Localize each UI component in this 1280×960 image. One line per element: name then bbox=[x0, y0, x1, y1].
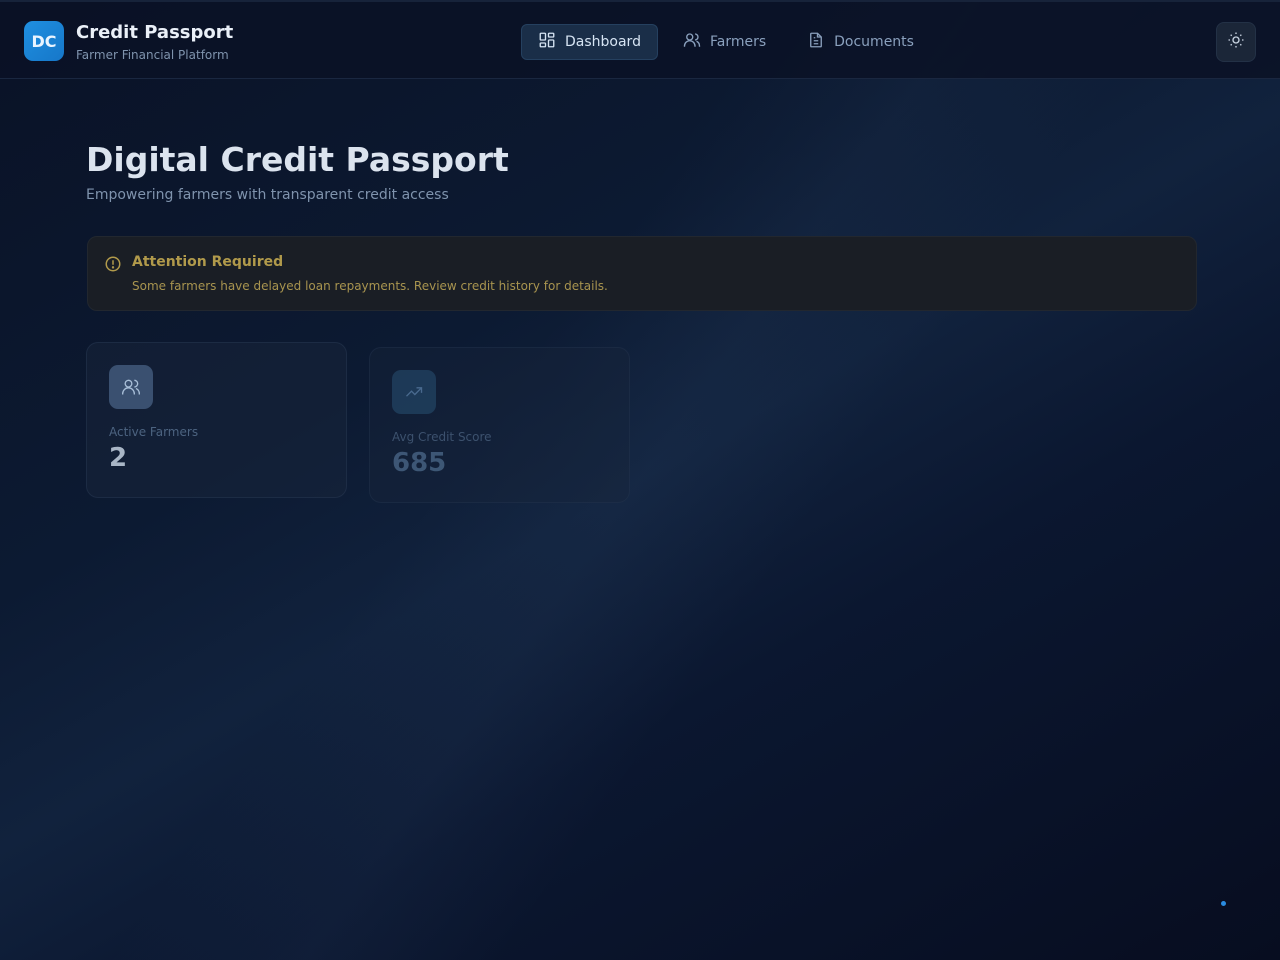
brand-title: Credit Passport bbox=[76, 22, 234, 43]
nav-dashboard[interactable]: Dashboard bbox=[521, 24, 658, 60]
page-title: Digital Credit Passport bbox=[86, 140, 509, 179]
top-header: DC Credit Passport Farmer Financial Plat… bbox=[0, 0, 1280, 79]
attention-alert: Attention Required Some farmers have del… bbox=[87, 236, 1197, 311]
nav-farmers[interactable]: Farmers bbox=[667, 24, 782, 60]
trending-up-icon bbox=[392, 370, 436, 414]
nav-dashboard-label: Dashboard bbox=[565, 34, 641, 50]
page-subtitle: Empowering farmers with transparent cred… bbox=[86, 187, 449, 203]
nav-farmers-label: Farmers bbox=[709, 34, 767, 50]
users-icon bbox=[683, 31, 701, 53]
main-nav: Dashboard Farmers Documents bbox=[521, 24, 939, 60]
stat-label: Avg Credit Score bbox=[392, 430, 492, 444]
alert-title: Attention Required bbox=[132, 254, 284, 270]
stat-card-avg-credit-score[interactable]: Avg Credit Score 685 bbox=[369, 347, 630, 503]
status-dot bbox=[1221, 901, 1226, 906]
brand-subtitle: Farmer Financial Platform bbox=[76, 48, 229, 62]
document-icon bbox=[807, 31, 825, 53]
users-icon bbox=[109, 365, 153, 409]
stat-value: 685 bbox=[392, 448, 447, 478]
theme-toggle-button[interactable] bbox=[1216, 22, 1256, 62]
alert-circle-icon bbox=[104, 255, 122, 273]
stat-card-active-farmers[interactable]: Active Farmers 2 bbox=[86, 342, 347, 498]
stat-label: Active Farmers bbox=[109, 425, 199, 439]
logo-initials: DC bbox=[31, 31, 57, 51]
nav-documents-label: Documents bbox=[834, 34, 914, 50]
dashboard-grid-icon bbox=[538, 31, 556, 53]
nav-documents[interactable]: Documents bbox=[791, 24, 930, 60]
alert-message: Some farmers have delayed loan repayment… bbox=[132, 279, 608, 293]
stat-value: 2 bbox=[109, 443, 128, 473]
logo-badge[interactable]: DC bbox=[24, 21, 64, 61]
sun-icon bbox=[1227, 31, 1245, 53]
